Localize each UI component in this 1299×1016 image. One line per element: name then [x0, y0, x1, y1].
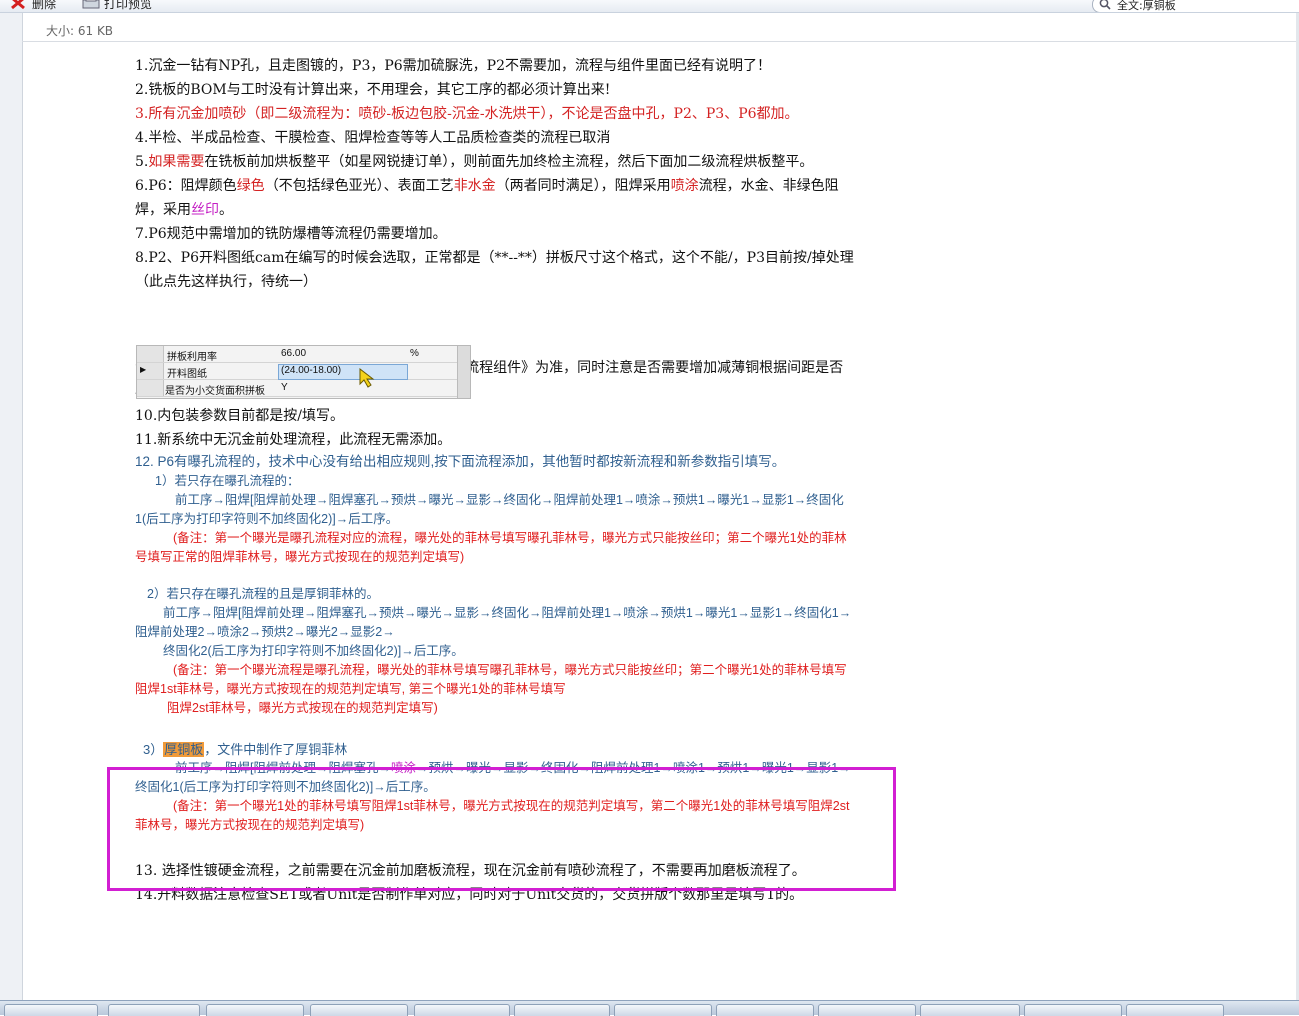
item-3-text: 所有沉金加喷砂（即二级流程为：喷砂-板边包胶-沉金-水洗烘干），不论是否盘中孔，… — [148, 106, 799, 122]
item-5-text: 在铣板前加烘板整平（如星网锐捷订单），则前面先加终检主流程，然后下面加二级流程烘… — [204, 154, 814, 170]
taskbar-item[interactable] — [414, 1004, 510, 1016]
item-5: 5.如果需要在铣板前加烘板整平（如星网锐捷订单），则前面先加终检主流程，然后下面… — [135, 150, 855, 174]
grid-label: 开料图纸 — [167, 369, 207, 380]
taskbar-item[interactable] — [818, 1004, 916, 1016]
section-2-flow: 前工序→阻焊[阻焊前处理→阻焊塞孔→预烘→曝光→显影→终固化→阻焊前处理1→喷涂… — [135, 606, 852, 639]
grid-label: 拼板利用率 — [167, 352, 217, 363]
item-10: 10.内包装参数目前都是按/填写。 — [135, 408, 344, 424]
item-6-green: 绿色 — [236, 178, 265, 194]
grid-label: 是否为小交货面积拼板 — [165, 386, 265, 397]
section-1-note: (备注：第一个曝光是曝孔流程对应的流程，曝光处的菲林号填写曝孔菲林号，曝光方式只… — [135, 531, 847, 564]
section-3-prefix: 3） — [143, 742, 164, 757]
taskbar-item[interactable] — [514, 1004, 610, 1016]
grid-unit: % — [410, 348, 419, 359]
search-icon — [1099, 0, 1113, 12]
toolbar: 删除 打印预览 全文:厚铜板 — [0, 0, 1299, 13]
delete-label: 删除 — [32, 0, 57, 11]
item-6-i: 。 — [219, 202, 233, 218]
grid-value: (24.00-18.00) — [281, 365, 342, 376]
item-12: 12. P6有曝孔流程的，技术中心没有给出相应规则,按下面流程添加，其他暂时都按… — [135, 454, 786, 469]
item-11: 11.新系统中无沉金前处理流程，此流程无需添加。 — [135, 432, 452, 448]
item-6: 6.P6：阻焊颜色绿色（不包括绿色亚光）、表面工艺非水金（两者同时满足），阻焊采… — [135, 174, 855, 222]
row-pointer-icon: ▶ — [140, 365, 147, 374]
item-6-spray: 喷涂 — [670, 178, 699, 194]
row-header — [137, 346, 164, 362]
item-3: 3.所有沉金加喷砂（即二级流程为：喷砂-板边包胶-沉金-水洗烘干），不论是否盘中… — [135, 102, 855, 126]
search-input[interactable]: 全文:厚铜板 — [1092, 0, 1299, 12]
section-2-flow-cont: 终固化2(后工序为打印字符则不加终固化2)]→后工序。 — [163, 644, 464, 658]
section-3-title: 3）厚铜板，文件中制作了厚铜菲林 — [135, 740, 855, 759]
delete-icon — [10, 0, 26, 10]
grid-value: 66.00 — [281, 348, 307, 359]
embedded-grid-image: 拼板利用率 66.00 % ▶ 开料图纸 (24.00-18.00) 是否为小交… — [136, 345, 471, 399]
printer-icon — [82, 0, 100, 10]
taskbar-item[interactable] — [1126, 1004, 1224, 1016]
taskbar-item[interactable] — [108, 1004, 200, 1016]
highlight-box — [107, 767, 896, 891]
section-2-note: (备注：第一个曝光流程是曝孔流程，曝光处的菲林号填写曝孔菲林号，曝光方式只能按丝… — [135, 663, 847, 696]
delete-button[interactable]: 删除 — [10, 0, 56, 11]
item-6-silkscreen: 丝印 — [191, 202, 219, 218]
search-value: 全文:厚铜板 — [1117, 0, 1176, 12]
print-preview-button[interactable]: 打印预览 — [82, 0, 152, 11]
left-panel-edge — [0, 13, 23, 1000]
item-6-nonwatergold: 非水金 — [453, 178, 496, 194]
item-1: 1.沉金一钻有NP孔，且走图镀的，P3，P6需加硫脲洗，P2不需要加，流程与组件… — [135, 58, 772, 74]
item-6-c: （不包括绿色亚光）、表面工艺 — [264, 178, 454, 194]
taskbar-item[interactable] — [310, 1004, 408, 1016]
search-highlight: 厚铜板 — [163, 742, 205, 757]
grid-row: 是否为小交货面积拼板 Y — [137, 380, 457, 397]
section-2-title: 2）若只存在曝孔流程的且是厚铜菲林的。 — [147, 587, 379, 601]
grid-row: 拼板利用率 66.00 % — [137, 346, 457, 363]
taskbar-item[interactable] — [716, 1004, 814, 1016]
taskbar-item[interactable] — [1024, 1004, 1122, 1016]
item-4: 4.半检、半成品检查、干膜检查、阻焊检查等等人工品质检查类的流程已取消 — [135, 130, 611, 146]
grid-row: ▶ 开料图纸 (24.00-18.00) — [137, 363, 457, 388]
item-7: 7.P6规范中需增加的铣防爆槽等流程仍需要增加。 — [135, 226, 447, 242]
item-5-num: 5. — [135, 154, 149, 170]
section-3-rest: ，文件中制作了厚铜菲林 — [204, 742, 348, 757]
taskbar — [0, 1000, 1299, 1016]
item-6-a: 6.P6：阻焊颜色 — [135, 178, 237, 194]
section-2-note-cont: 阻焊2st菲林号，曝光方式按现在的规范判定填写) — [167, 701, 438, 715]
grid-value: Y — [281, 382, 288, 393]
row-header — [137, 380, 164, 396]
taskbar-item[interactable] — [4, 1004, 98, 1016]
divider — [22, 41, 1296, 42]
item-2: 2.铣板的BOM与工时没有计算出来，不用理会，其它工序的都必须计算出来! — [135, 82, 611, 98]
grid-scrollbar — [457, 346, 470, 398]
item-3-num: 3. — [135, 106, 149, 122]
section-1-title: 1）若只存在曝孔流程的： — [155, 474, 300, 488]
taskbar-item[interactable] — [206, 1004, 304, 1016]
section-1-flow: 前工序→阻焊[阻焊前处理→阻焊塞孔→预烘→曝光→显影→终固化→阻焊前处理1→喷涂… — [135, 493, 844, 526]
print-preview-label: 打印预览 — [104, 0, 153, 11]
item-8: 8.P2、P6开料图纸cam在编写的时候会选取，正常都是（**--**）拼板尺寸… — [135, 250, 854, 290]
item-5-highlight: 如果需要 — [148, 154, 205, 170]
attachment-size: 大小: 61 KB — [46, 24, 114, 38]
taskbar-item[interactable] — [614, 1004, 712, 1016]
row-header: ▶ — [137, 363, 164, 379]
item-6-e: （两者同时满足），阻焊采用 — [495, 178, 671, 194]
taskbar-item[interactable] — [920, 1004, 1020, 1016]
